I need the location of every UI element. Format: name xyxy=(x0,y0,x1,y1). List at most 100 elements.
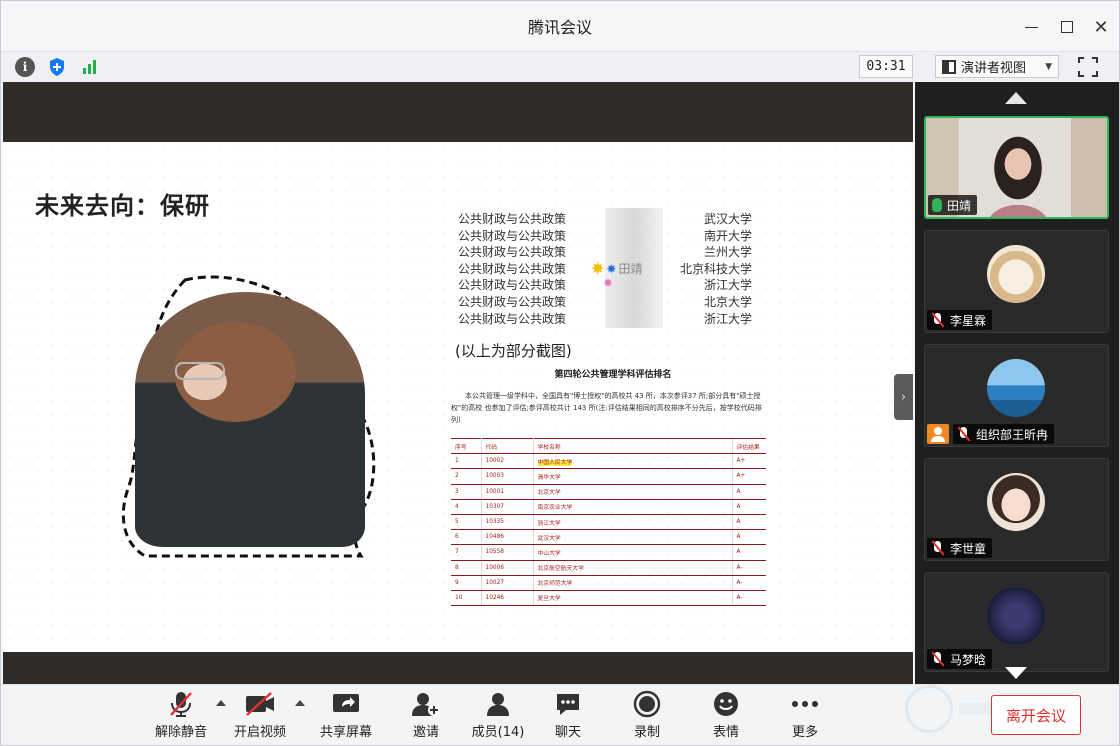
participant-nameplate: 组织部王昕冉 xyxy=(953,424,1055,444)
avatar xyxy=(987,245,1045,303)
ranking-table: 序号 代码 学校名称 评估结果 1 10002 中国人民大学 A+ 2 10003 清华大… xyxy=(451,437,766,607)
chat-button[interactable]: 聊天 xyxy=(533,689,603,743)
start-video-button[interactable]: 开启视频 xyxy=(225,689,295,743)
school-logo-watermark xyxy=(905,685,953,733)
participant-tile[interactable]: 田靖 xyxy=(924,116,1109,219)
mic-off-icon xyxy=(931,541,945,555)
presenter-photo xyxy=(115,272,381,562)
chevron-down-icon: ▼ xyxy=(1045,61,1052,72)
participant-name: 组织部王昕冉 xyxy=(976,427,1049,442)
name-sticker: ✸ ✸ 田靖 xyxy=(591,259,642,278)
scroll-up-icon[interactable] xyxy=(1005,92,1027,104)
title-bar: 腾讯会议 ✕ xyxy=(1,1,1119,51)
members-button[interactable]: 成员(14) xyxy=(463,689,533,743)
minimize-button[interactable] xyxy=(1017,13,1045,41)
close-icon: ✕ xyxy=(1093,16,1109,38)
participant-name: 李世童 xyxy=(950,541,987,556)
unmute-button[interactable]: 解除静音 xyxy=(146,689,216,743)
camera-off-icon xyxy=(243,689,277,719)
mic-on-icon xyxy=(932,198,942,212)
status-bar: i 03:31 演讲者视图 ▼ xyxy=(1,51,1119,81)
emoji-icon xyxy=(709,689,743,719)
table-row: 3 10001 北京大学 A xyxy=(451,484,766,500)
star-icon: ✸ xyxy=(603,276,614,290)
scroll-down-icon[interactable] xyxy=(1005,667,1027,679)
participant-name: 马梦晗 xyxy=(950,652,987,667)
fullscreen-icon[interactable] xyxy=(1077,56,1099,78)
list-item: 公共财政与公共政策 浙江大学 xyxy=(458,311,752,326)
mic-off-icon xyxy=(957,427,971,441)
slide-title: 未来去向：保研 xyxy=(35,192,210,220)
table-row: 5 10335 浙江大学 A xyxy=(451,514,766,531)
user-icon xyxy=(481,689,515,719)
shared-screen: 未来去向：保研 公共财政与公共政策 武汉大学 公共财政与公共政策 南开大学 公共财政… xyxy=(3,82,913,719)
participant-name: 田靖 xyxy=(947,198,972,213)
participant-tile[interactable]: 李星霖 xyxy=(924,230,1109,333)
invite-button[interactable]: 邀请 xyxy=(391,689,461,743)
panel-toggle-button[interactable]: › xyxy=(894,374,913,420)
avatar xyxy=(987,359,1045,417)
leave-meeting-button[interactable]: 离开会议 xyxy=(991,695,1081,735)
video-options-caret[interactable] xyxy=(295,700,305,706)
table-row: 2 10003 清华大学 A+ xyxy=(451,468,766,485)
ranking-title: 第四轮公共管理学科评估排名 xyxy=(554,370,672,380)
participant-nameplate: 李世童 xyxy=(927,538,993,558)
participant-tile[interactable]: 组织部王昕冉 xyxy=(924,344,1109,447)
chevron-right-icon: › xyxy=(900,389,907,405)
info-icon[interactable]: i xyxy=(15,57,35,77)
shield-icon[interactable] xyxy=(47,57,67,77)
mic-off-icon xyxy=(164,689,198,719)
ranking-description: 本公共管理一级学科中，全国具有"博士授权"的高校共 43 所，本次参评37 所;… xyxy=(451,392,762,424)
chat-icon xyxy=(551,689,585,719)
share-screen-button[interactable]: 共享屏幕 xyxy=(311,689,381,743)
host-icon xyxy=(927,424,949,444)
participant-nameplate: 马梦晗 xyxy=(927,649,993,669)
layout-icon xyxy=(942,59,956,74)
table-row: 10 10246 复旦大学 A- xyxy=(451,590,766,607)
sticker-name: 田靖 xyxy=(618,262,643,276)
window-title: 腾讯会议 xyxy=(527,18,592,37)
add-user-icon xyxy=(409,689,443,719)
share-screen-icon xyxy=(329,689,363,719)
participant-nameplate: 李星霖 xyxy=(927,310,993,330)
star-icon: ✸ xyxy=(606,261,617,276)
photo-image xyxy=(135,292,365,547)
avatar xyxy=(987,587,1045,645)
mic-off-icon xyxy=(931,313,945,327)
participant-name: 李星霖 xyxy=(950,313,987,328)
participant-nameplate: 田靖 xyxy=(928,195,978,215)
signal-icon[interactable] xyxy=(79,57,99,77)
participants-panel: 田靖 李星霖 组织部王昕冉 李世童 马梦晗 xyxy=(915,82,1119,684)
table-row: 6 10486 武汉大学 A xyxy=(451,529,766,546)
record-icon xyxy=(630,689,664,719)
participant-tile[interactable]: 李世童 xyxy=(924,458,1109,561)
close-button[interactable]: ✕ xyxy=(1087,13,1115,41)
table-row: 1 10002 中国人民大学 A+ xyxy=(451,453,766,470)
maximize-icon xyxy=(1061,21,1073,33)
list-item: 公共财政与公共政策 南开大学 xyxy=(458,228,752,243)
table-row: 7 10558 中山大学 A xyxy=(451,544,766,561)
view-mode-select[interactable]: 演讲者视图 ▼ xyxy=(935,55,1059,78)
slide-caption: (以上为部分截图) xyxy=(455,342,572,360)
table-row: 9 10027 北京师范大学 A- xyxy=(451,575,766,591)
table-row: 4 10307 南京农业大学 A xyxy=(451,499,766,515)
minimize-icon xyxy=(1024,26,1038,28)
participant-tile[interactable]: 马梦晗 xyxy=(924,572,1109,672)
more-icon xyxy=(788,689,822,719)
meeting-timer: 03:31 xyxy=(859,55,913,78)
mic-off-icon xyxy=(931,652,945,666)
more-button[interactable]: 更多 xyxy=(770,689,840,743)
list-item: 公共财政与公共政策 北京大学 xyxy=(458,294,752,309)
maximize-button[interactable] xyxy=(1053,13,1081,41)
meeting-toolbar: 解除静音 开启视频 共享屏幕 邀请 成员(14) 聊天 录制 表情 更多 离开会… xyxy=(1,684,1119,745)
meeting-window: 腾讯会议 ✕ i 03:31 演讲者视图 ▼ 未来去向：保研 公共财政与公共政策… xyxy=(0,0,1120,746)
table-row: 8 10006 北京航空航天大学 A- xyxy=(451,560,766,576)
avatar xyxy=(987,473,1045,531)
record-button[interactable]: 录制 xyxy=(612,689,682,743)
table-header: 序号 代码 学校名称 评估结果 xyxy=(451,437,766,455)
reaction-button[interactable]: 表情 xyxy=(691,689,761,743)
list-item: 公共财政与公共政策 兰州大学 xyxy=(458,245,752,260)
view-mode-label: 演讲者视图 xyxy=(961,61,1027,76)
presentation-slide: 未来去向：保研 公共财政与公共政策 武汉大学 公共财政与公共政策 南开大学 公共财政… xyxy=(3,142,913,719)
list-item: 公共财政与公共政策 武汉大学 xyxy=(458,212,752,226)
